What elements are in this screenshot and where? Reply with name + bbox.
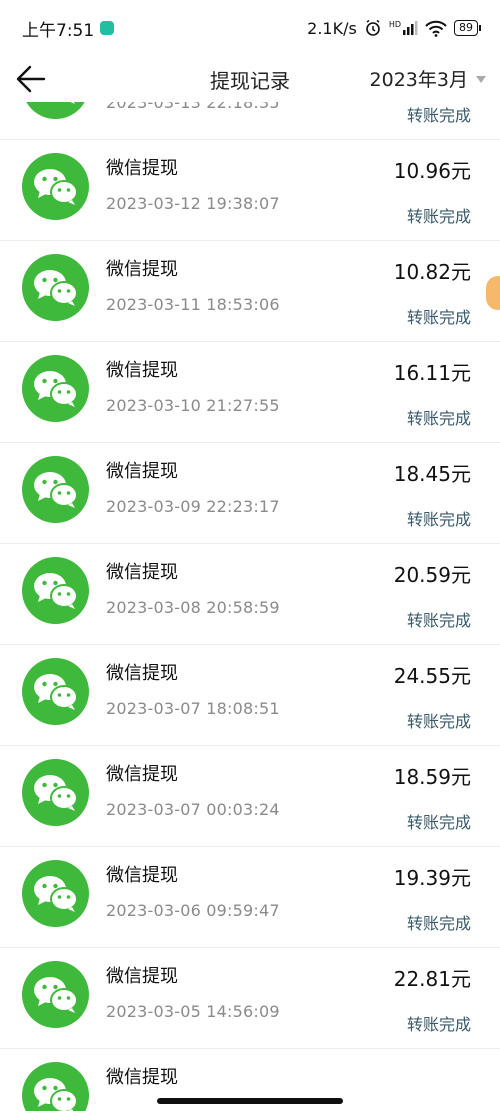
status-time: 上午7:51 [22,20,95,41]
wechat-icon [22,860,89,927]
status-right: 2.1K/s HD 89 [307,18,481,38]
record-amount: 20.59元 [393,563,471,587]
record-amount: 19.39元 [393,866,471,890]
wechat-icon [22,102,89,119]
month-label: 2023年3月 [369,69,468,91]
record-time: 2023-03-12 19:38:07 [106,194,280,213]
arrow-left-icon [16,65,46,93]
record-status: 转账完成 [406,712,471,731]
record-status: 转账完成 [406,207,471,226]
record-title: 微信提现 [106,663,178,684]
list-item[interactable]: 微信提现 2023-03-08 20:58:59 20.59元 转账完成 [0,544,500,645]
record-title: 微信提现 [106,461,178,482]
record-title: 微信提现 [106,259,178,280]
record-title: 微信提现 [106,966,178,987]
record-amount: 10.96元 [393,159,471,183]
wechat-icon [22,1062,89,1111]
hd-label: HD [388,20,401,29]
signal-icon [403,21,418,35]
wechat-icon [22,759,89,826]
battery-indicator: 89 [454,20,481,36]
record-time: 2023-03-07 18:08:51 [106,699,280,718]
month-selector[interactable]: 2023年3月 [370,65,486,92]
record-amount: 16.11元 [393,361,471,385]
record-status: 转账完成 [406,813,471,832]
withdrawal-list-inner: 微信提现 2023-03-13 22:18:35 转账完成 微信提现 2023-… [0,102,500,1111]
record-status: 转账完成 [406,409,471,428]
header: 提现记录 2023年3月 [0,56,500,102]
record-amount: 10.82元 [393,260,471,284]
record-time: 2023-03-06 09:59:47 [106,901,280,920]
record-time: 2023-03-08 20:58:59 [106,598,280,617]
list-item[interactable]: 微信提现 2023-03-12 19:38:07 10.96元 转账完成 [0,140,500,241]
list-item[interactable]: 微信提现 2023-03-13 22:18:35 转账完成 [0,102,500,140]
triangle-down-icon [476,76,486,83]
record-status: 转账完成 [406,106,471,125]
wechat-icon [22,355,89,422]
record-amount: 22.81元 [393,967,471,991]
wifi-icon [425,20,447,37]
wechat-icon [22,557,89,624]
list-item[interactable]: 微信提现 2023-03-07 00:03:24 18.59元 转账完成 [0,746,500,847]
wechat-icon [22,961,89,1028]
record-title: 微信提现 [106,360,178,381]
record-title: 微信提现 [106,1067,178,1088]
list-item[interactable]: 微信提现 2023-03-09 22:23:17 18.45元 转账完成 [0,443,500,544]
record-time: 2023-03-07 00:03:24 [106,800,280,819]
wechat-icon [22,456,89,523]
record-amount: 18.59元 [393,765,471,789]
record-status: 转账完成 [406,611,471,630]
back-button[interactable] [14,62,48,96]
list-item[interactable]: 微信提现 2023-03-11 18:53:06 10.82元 转账完成 [0,241,500,342]
record-time: 2023-03-11 18:53:06 [106,295,280,314]
record-title: 微信提现 [106,865,178,886]
wechat-icon [22,254,89,321]
hd-signal: HD [389,20,418,36]
record-time: 2023-03-10 21:27:55 [106,396,280,415]
wechat-icon [22,153,89,220]
status-left: 上午7:51 [22,16,115,41]
list-item[interactable]: 微信提现 2023-03-10 21:27:55 16.11元 转账完成 [0,342,500,443]
list-item[interactable]: 微信提现 2023-03-07 18:08:51 24.55元 转账完成 [0,645,500,746]
alarm-icon [366,19,380,36]
record-status: 转账完成 [406,914,471,933]
record-time: 2023-03-05 14:56:09 [106,1002,280,1021]
status-bar: 上午7:51 2.1K/s HD 89 [0,0,500,56]
withdrawal-list[interactable]: 微信提现 2023-03-13 22:18:35 转账完成 微信提现 2023-… [0,102,500,1111]
home-indicator[interactable] [157,1098,343,1104]
record-amount: 18.45元 [393,462,471,486]
record-amount: 24.55元 [393,664,471,688]
record-title: 微信提现 [106,764,178,785]
record-status: 转账完成 [406,1015,471,1034]
record-time: 2023-03-13 22:18:35 [106,102,280,112]
list-item[interactable]: 微信提现 2023-03-05 14:56:09 22.81元 转账完成 [0,948,500,1049]
list-item[interactable]: 微信提现 2023-03-06 09:59:47 19.39元 转账完成 [0,847,500,948]
wechat-icon [22,658,89,725]
app-notification-icon [100,21,115,35]
record-status: 转账完成 [406,308,471,327]
floating-side-handle[interactable] [486,276,500,310]
record-title: 微信提现 [106,158,178,179]
record-time: 2023-03-09 22:23:17 [106,497,280,516]
record-title: 微信提现 [106,562,178,583]
record-status: 转账完成 [406,510,471,529]
network-speed: 2.1K/s [307,18,357,38]
